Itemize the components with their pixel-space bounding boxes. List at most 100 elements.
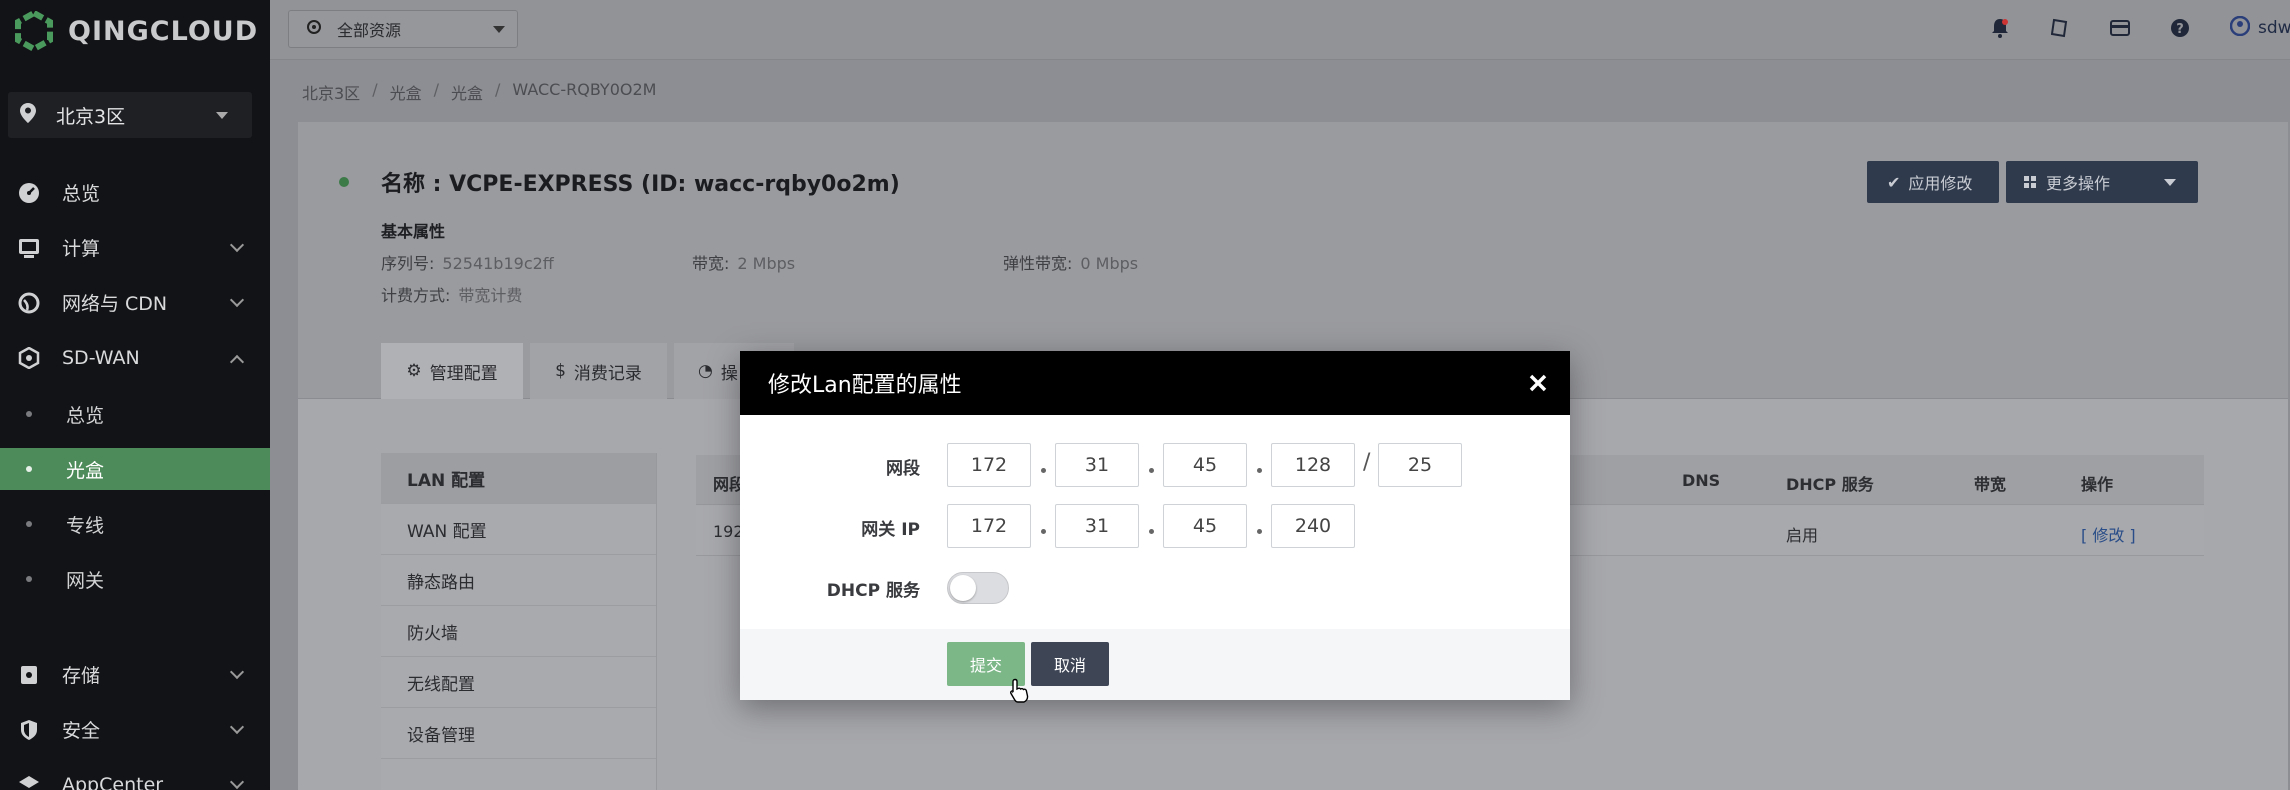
dhcp-toggle[interactable] — [947, 572, 1009, 604]
chevron-down-icon — [229, 719, 245, 735]
sidebar: QINGCLOUD 北京3区 总览 计算 网络与 CDN SD-WAN 总览 光… — [0, 0, 270, 790]
sidebar-item-overview[interactable]: 总览 — [0, 165, 270, 220]
top-icons: ? sdwan — [1990, 0, 2290, 56]
segment-octet-2[interactable]: 31 — [1055, 443, 1139, 487]
globe-icon — [18, 292, 40, 314]
breadcrumb-current: WACC-RQBY0O2M — [512, 80, 657, 99]
clock-icon: ◔ — [698, 361, 713, 381]
more-actions-label: 更多操作 — [2046, 174, 2111, 193]
sidebar-item-storage[interactable]: 存储 — [0, 647, 270, 702]
gateway-octet-3[interactable]: 45 — [1163, 504, 1247, 548]
breadcrumb-item[interactable]: 光盒 — [390, 80, 422, 104]
sidebar-item-appcenter[interactable]: AppCenter — [0, 757, 270, 790]
breadcrumb-separator: / — [495, 80, 501, 99]
sidebar-item-sdwan[interactable]: SD-WAN — [0, 330, 270, 385]
th-action: 操作 — [2081, 475, 2114, 494]
gateway-label: 网关 IP — [861, 520, 920, 540]
billing-attr: 计费方式: 带宽计费 — [381, 282, 522, 306]
breadcrumb-item[interactable]: 光盒 — [451, 80, 483, 104]
sidebar-item-compute[interactable]: 计算 — [0, 220, 270, 275]
serial-value: 52541b19c2ff — [442, 254, 554, 273]
sidebar-subitem-leased-line[interactable]: 专线 — [0, 503, 270, 545]
sidebar-item-security[interactable]: 安全 — [0, 702, 270, 757]
cancel-button[interactable]: 取消 — [1031, 642, 1109, 686]
elastic-label: 弹性带宽: — [1003, 254, 1073, 273]
sidebar-item-label: SD-WAN — [62, 346, 140, 369]
tab-label: 消费记录 — [573, 363, 642, 384]
more-actions-button[interactable]: 更多操作 — [2006, 161, 2198, 203]
config-nav: LAN 配置 WAN 配置 静态路由 防火墙 无线配置 设备管理 — [381, 453, 657, 790]
segment-octet-3[interactable]: 45 — [1163, 443, 1247, 487]
subitem-label: 光盒 — [66, 459, 105, 482]
billing-label: 计费方式: — [381, 286, 451, 305]
td-segment: 192 — [713, 522, 744, 541]
bullet-icon — [26, 576, 32, 582]
modal-header: 修改Lan配置的属性 — [740, 351, 1570, 415]
tab-consumption-records[interactable]: $ 消费记录 — [530, 343, 667, 399]
toggle-knob — [950, 575, 976, 601]
gears-icon: ⚙ — [406, 361, 422, 381]
gateway-octet-1[interactable]: 172 — [947, 504, 1031, 548]
resource-filter-label: 全部资源 — [337, 21, 402, 40]
chevron-down-icon — [216, 112, 228, 119]
serial-attr: 序列号: 52541b19c2ff — [381, 250, 554, 274]
help-icon[interactable]: ? — [2170, 18, 2190, 38]
dot-separator — [1041, 468, 1046, 473]
top-bar: 全部资源 ? sdwan — [270, 0, 2290, 60]
th-dns: DNS — [1682, 471, 1721, 490]
segment-mask[interactable]: 25 — [1378, 443, 1462, 487]
dot-separator — [1257, 529, 1262, 534]
dot-separator — [1149, 468, 1154, 473]
chevron-down-icon — [493, 26, 505, 33]
sidebar-subitem-gateway[interactable]: 网关 — [0, 558, 270, 600]
segment-octet-1[interactable]: 172 — [947, 443, 1031, 487]
config-nav-device[interactable]: 设备管理 — [381, 708, 656, 759]
region-selector[interactable]: 北京3区 — [8, 92, 252, 138]
logo[interactable]: QINGCLOUD — [0, 0, 270, 62]
sidebar-item-label: 存储 — [62, 665, 101, 687]
config-nav-firewall[interactable]: 防火墙 — [381, 606, 656, 657]
config-nav-static-route[interactable]: 静态路由 — [381, 555, 656, 606]
config-nav-wan[interactable]: WAN 配置 — [381, 504, 656, 555]
dollar-icon: $ — [555, 361, 566, 381]
resource-filter-select[interactable]: 全部资源 — [288, 10, 518, 48]
mask-separator: / — [1363, 450, 1371, 475]
chevron-down-icon — [229, 664, 245, 680]
dot-separator — [1149, 529, 1154, 534]
segment-octet-4[interactable]: 128 — [1271, 443, 1355, 487]
user-menu[interactable]: sdwan — [2230, 15, 2290, 41]
elastic-value: 0 Mbps — [1080, 254, 1139, 273]
ticket-icon[interactable] — [2050, 18, 2070, 38]
bullet-icon — [26, 521, 32, 527]
bell-icon[interactable] — [1990, 18, 2010, 38]
td-dhcp: 启用 — [1786, 526, 1819, 545]
dot-separator — [1041, 529, 1046, 534]
config-nav-lan[interactable]: LAN 配置 — [381, 453, 656, 504]
status-indicator — [339, 177, 349, 187]
dashboard-icon — [18, 182, 40, 204]
region-label: 北京3区 — [56, 105, 126, 128]
billing-card-icon[interactable] — [2110, 18, 2130, 38]
dot-separator — [1257, 468, 1262, 473]
subitem-label: 网关 — [66, 569, 105, 592]
breadcrumb-item[interactable]: 北京3区 — [302, 80, 360, 104]
breadcrumb-separator: / — [372, 80, 378, 99]
subitem-label: 总览 — [66, 404, 105, 427]
shield-icon — [18, 719, 40, 741]
close-icon[interactable] — [1524, 369, 1552, 397]
segment-label: 网段 — [886, 459, 920, 479]
gateway-octet-2[interactable]: 31 — [1055, 504, 1139, 548]
chevron-down-icon — [229, 292, 245, 308]
tab-management-config[interactable]: ⚙ 管理配置 — [381, 343, 523, 399]
bandwidth-attr: 带宽: 2 Mbps — [692, 250, 795, 274]
hexagon-network-icon — [18, 346, 40, 369]
sidebar-item-network[interactable]: 网络与 CDN — [0, 275, 270, 330]
sidebar-item-label: 总览 — [62, 183, 101, 205]
edit-link[interactable]: [ 修改 ] — [2081, 522, 2136, 546]
gateway-octet-4[interactable]: 240 — [1271, 504, 1355, 548]
config-nav-wireless[interactable]: 无线配置 — [381, 657, 656, 708]
sidebar-subitem-overview[interactable]: 总览 — [0, 393, 270, 435]
serial-label: 序列号: — [381, 254, 435, 273]
apply-changes-button[interactable]: ✔ 应用修改 — [1867, 161, 1999, 203]
sidebar-subitem-optical-box[interactable]: 光盒 — [0, 448, 270, 490]
